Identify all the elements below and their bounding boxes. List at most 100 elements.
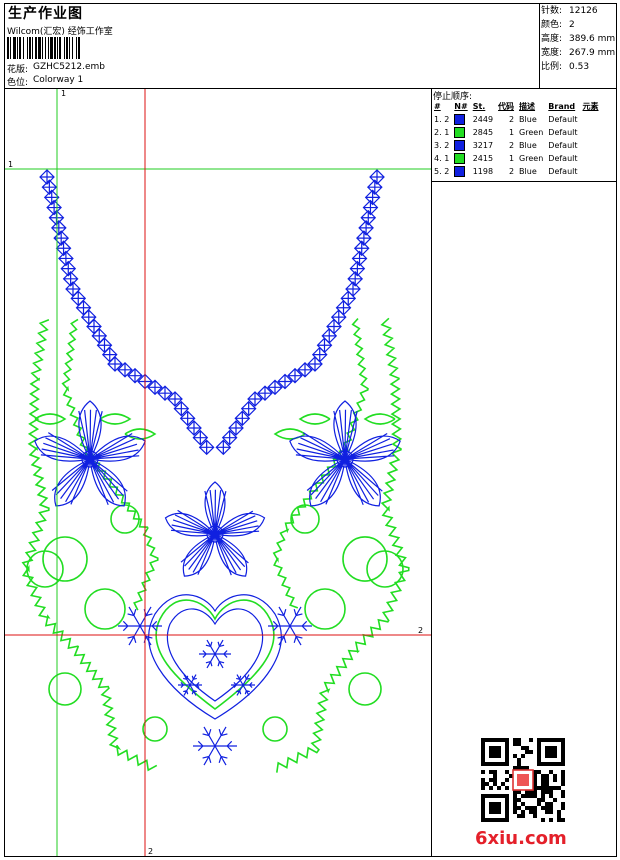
column-header: 描述 xyxy=(519,102,536,111)
color-code: 1 xyxy=(508,154,515,163)
qr-code xyxy=(481,738,565,822)
column-header: 元素 xyxy=(582,102,599,111)
element xyxy=(581,113,602,126)
color-swatch-cell xyxy=(452,152,470,165)
table-row: 2. 1 2845 1 Green Default xyxy=(432,126,602,139)
column-header: N# xyxy=(454,102,468,111)
stitch-count: 2845 xyxy=(472,128,494,137)
element xyxy=(581,139,602,152)
center-flower xyxy=(164,481,266,577)
watermark: 6xiu.com xyxy=(475,828,567,849)
right-swirl xyxy=(262,716,288,742)
barcode xyxy=(7,37,80,59)
design-label: 花版: xyxy=(7,65,29,75)
guide-label-left: 1 xyxy=(8,160,14,169)
side-panel-table-bottom xyxy=(431,181,617,182)
thread-brand: Default xyxy=(548,167,578,176)
table-header-row: # N# St. 代码 描述 Brand 元素 xyxy=(432,101,602,113)
neckline-chain-link xyxy=(127,367,143,384)
row-index: 4. 1 xyxy=(434,154,450,163)
page-title: 生产作业图 xyxy=(8,6,83,22)
left-swirl xyxy=(48,672,82,706)
right-swirl xyxy=(342,536,388,582)
thread-brand: Default xyxy=(548,154,578,163)
neckline-chain-link xyxy=(117,361,133,378)
left-leaf xyxy=(34,413,67,425)
row-index: 3. 2 xyxy=(434,141,450,150)
stitch-count: 1198 xyxy=(472,167,494,176)
left-flower xyxy=(34,400,146,507)
stat-colors: 颜色: 2 xyxy=(541,20,575,30)
column-header: Brand xyxy=(548,102,576,111)
left-vine xyxy=(21,318,158,772)
right-swirl xyxy=(304,588,346,630)
right-flower xyxy=(289,400,401,507)
guide-label-top: 1 xyxy=(61,89,67,98)
column-header: # xyxy=(434,102,441,111)
thread-brand: Default xyxy=(548,141,578,150)
color-description: Blue xyxy=(519,167,537,176)
neckline-chain-link xyxy=(267,379,283,396)
color-swatch-cell xyxy=(452,126,470,139)
colorway-label: 色位: xyxy=(7,78,29,88)
stitch-count: 2415 xyxy=(472,154,494,163)
color-swatch xyxy=(454,153,466,164)
neckline-chain-link xyxy=(157,385,173,402)
row-index: 5. 2 xyxy=(434,167,450,176)
color-swatch-cell xyxy=(452,139,470,152)
stitch-count: 2449 xyxy=(472,115,494,124)
stats-divider xyxy=(539,3,540,88)
color-code: 2 xyxy=(508,115,515,124)
color-description: Green xyxy=(519,128,544,137)
color-swatch xyxy=(454,127,466,138)
neckline-chain-link xyxy=(257,385,273,402)
stat-width: 宽度: 267.9 mm xyxy=(541,48,616,58)
column-header: St. xyxy=(472,102,486,111)
right-leaf xyxy=(363,413,396,425)
stitch-count: 3217 xyxy=(472,141,494,150)
color-description: Green xyxy=(519,154,544,163)
right-swirl xyxy=(290,504,320,534)
table-row: 3. 2 3217 2 Blue Default xyxy=(432,139,602,152)
left-swirl xyxy=(42,536,88,582)
element xyxy=(581,165,602,178)
right-swirl xyxy=(348,672,382,706)
color-swatch-cell xyxy=(452,113,470,126)
color-swatch xyxy=(454,114,466,125)
heart-snowflake-left xyxy=(178,674,202,696)
neckline-chain-link xyxy=(297,361,313,378)
color-swatch xyxy=(454,140,466,151)
column-header: 代码 xyxy=(498,102,515,111)
color-code: 1 xyxy=(508,128,515,137)
color-description: Blue xyxy=(519,115,537,124)
row-index: 1. 2 xyxy=(434,115,450,124)
table-row: 4. 1 2415 1 Green Default xyxy=(432,152,602,165)
thread-brand: Default xyxy=(548,128,578,137)
row-index: 2. 1 xyxy=(434,128,450,137)
heart-snowflake-top xyxy=(199,639,231,669)
guide-label-right: 2 xyxy=(418,626,424,635)
stat-height: 高度: 389.6 mm xyxy=(541,34,616,44)
bottom-snowflake xyxy=(193,726,237,766)
side-panel-divider xyxy=(431,88,432,857)
design-value: GZHC5212.emb xyxy=(33,62,105,72)
neckline-chain-link xyxy=(287,367,303,384)
stat-scale: 比例: 0.53 xyxy=(541,62,590,72)
table-row: 1. 2 2449 2 Blue Default xyxy=(432,113,602,126)
company-name: Wilcom(汇宏) 经饰工作室 xyxy=(7,27,113,37)
right-leaf xyxy=(273,428,306,440)
neckline-chain-link xyxy=(147,379,163,396)
element xyxy=(581,152,602,165)
left-leaf xyxy=(99,413,132,425)
stat-stitches: 针数: 12126 xyxy=(541,6,598,16)
stop-sequence-table: # N# St. 代码 描述 Brand 元素 1. 2 2449 2 Blue Def… xyxy=(432,101,602,178)
colorway-value: Colorway 1 xyxy=(33,75,84,85)
color-swatch-cell xyxy=(452,165,470,178)
left-leaf xyxy=(124,428,157,440)
left-swirl xyxy=(142,716,168,742)
color-swatch xyxy=(454,166,466,177)
color-description: Blue xyxy=(519,141,537,150)
table-row: 5. 2 1198 2 Blue Default xyxy=(432,165,602,178)
left-inner-vine xyxy=(61,318,159,611)
element xyxy=(581,126,602,139)
